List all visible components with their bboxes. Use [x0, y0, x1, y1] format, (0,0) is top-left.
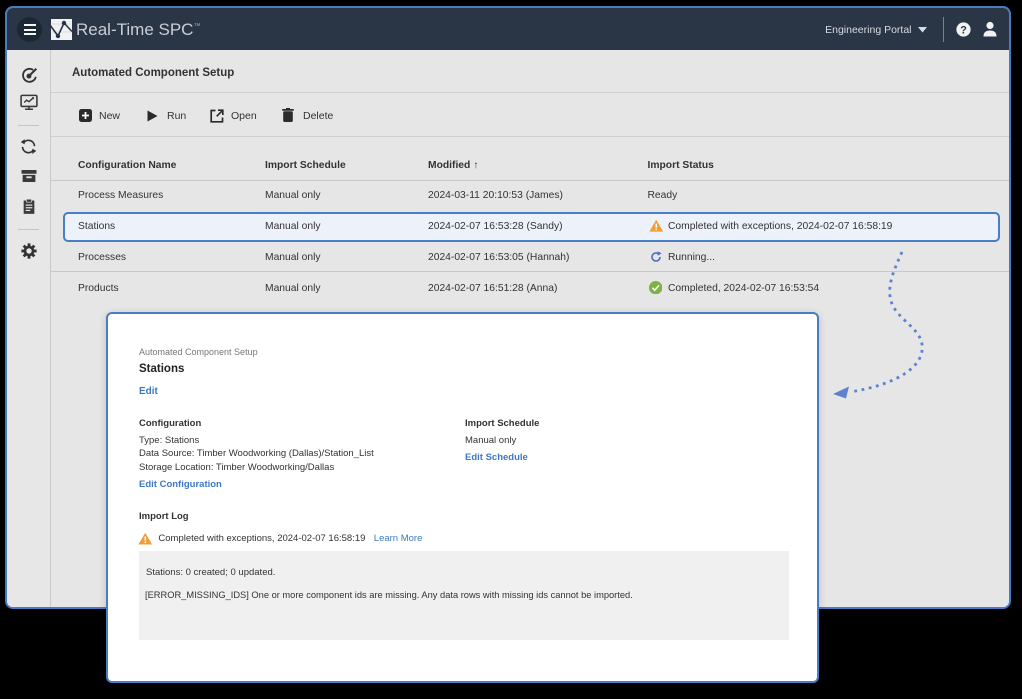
svg-text:?: ?: [960, 24, 967, 36]
